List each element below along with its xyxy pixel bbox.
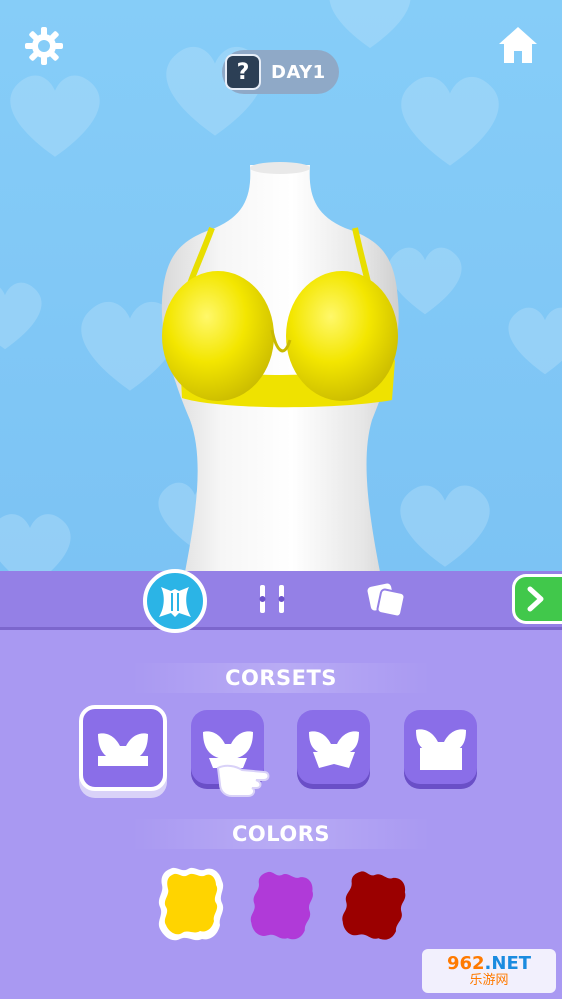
color-swatch-purple[interactable] <box>244 869 320 943</box>
color-swatch-dark-red[interactable] <box>336 869 412 943</box>
day-label: DAY1 <box>271 61 326 83</box>
help-icon[interactable]: ? <box>225 54 261 90</box>
color-swatch-yellow[interactable] <box>148 863 234 947</box>
chevron-right-icon <box>527 586 544 612</box>
tab-pattern[interactable] <box>365 579 409 619</box>
straps-icon <box>259 585 285 613</box>
customization-panel: CORSETS COLORS <box>0 569 562 999</box>
colors-section-title: COLORS <box>131 819 431 849</box>
site-watermark: 962.NET 乐游网 <box>422 949 556 993</box>
gear-icon[interactable] <box>24 26 64 66</box>
watermark-subtitle: 乐游网 <box>469 973 509 988</box>
category-tabbar <box>0 569 562 633</box>
pattern-icon <box>367 583 406 618</box>
tab-straps[interactable] <box>252 579 292 619</box>
corset-option-3[interactable] <box>297 710 370 784</box>
corset-style-icon <box>308 731 359 768</box>
tab-corset[interactable] <box>143 569 207 633</box>
watermark-brand: 962.NET <box>446 953 532 974</box>
game-scene: ? DAY1 <box>0 0 562 572</box>
corsets-section-title: CORSETS <box>131 663 431 693</box>
corset-style-icon <box>415 729 466 770</box>
home-icon[interactable] <box>496 24 540 66</box>
day-indicator[interactable]: ? DAY1 <box>222 50 339 94</box>
corset-option-4[interactable] <box>404 710 477 784</box>
hand-pointer-icon <box>216 764 270 797</box>
corset-style-icon <box>98 733 148 766</box>
corset-icon <box>159 587 191 617</box>
next-button[interactable] <box>512 574 562 624</box>
corset-option-1[interactable] <box>79 705 167 791</box>
